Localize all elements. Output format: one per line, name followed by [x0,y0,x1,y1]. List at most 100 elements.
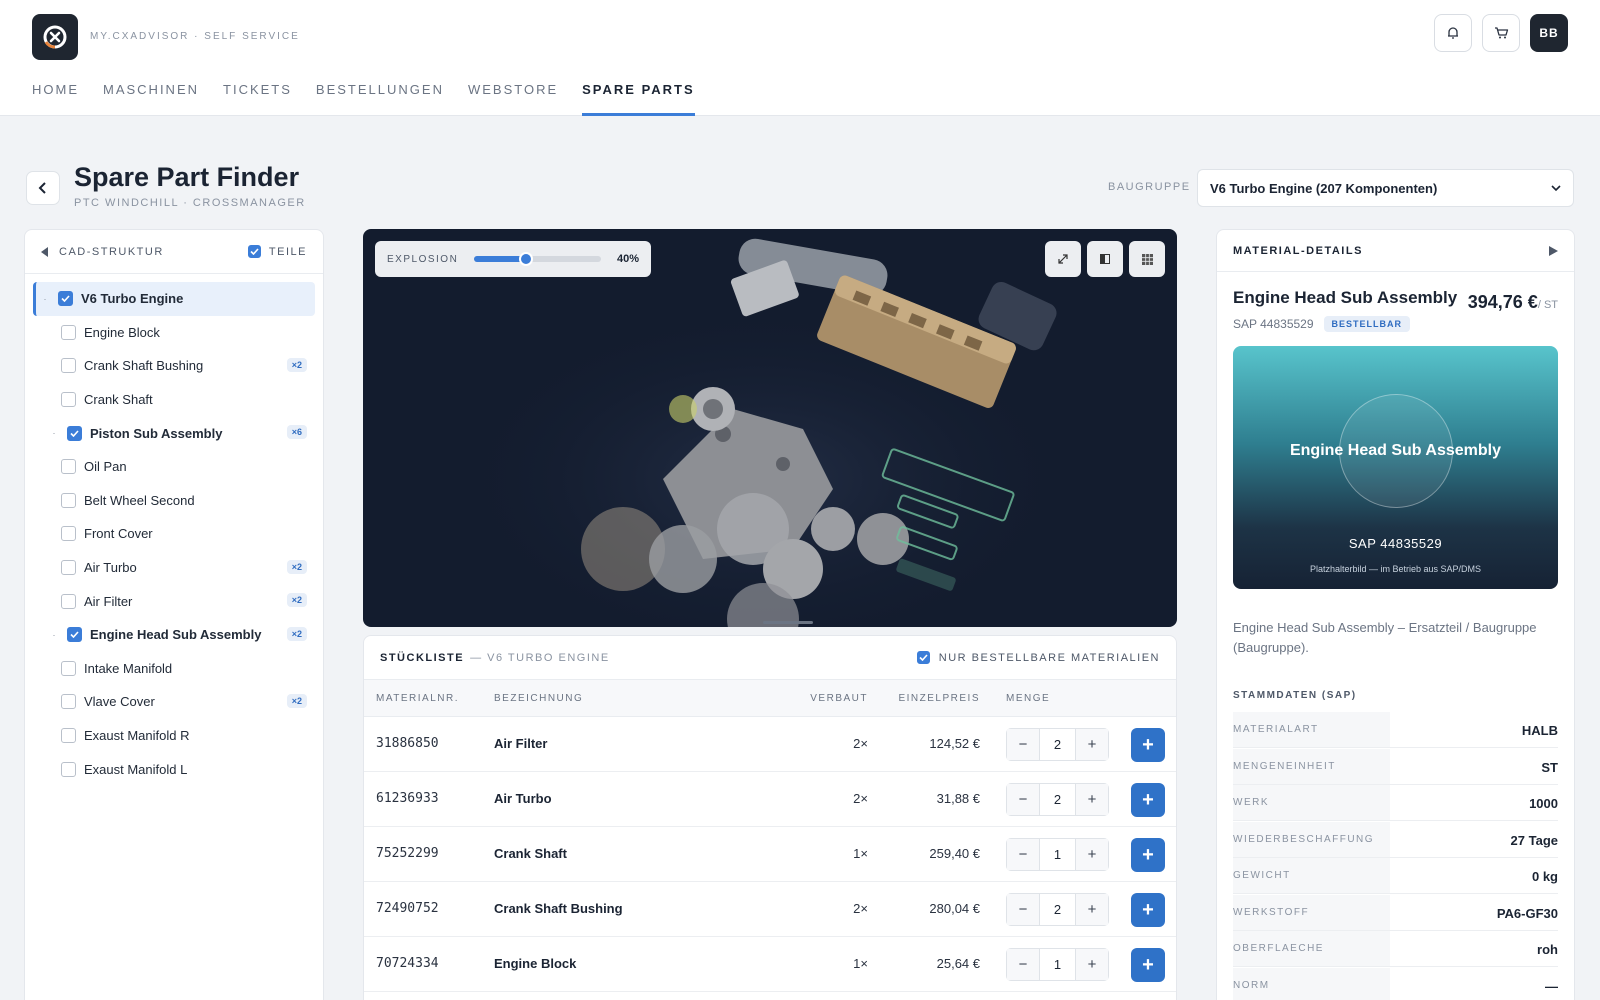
increment-button[interactable]: + [1076,839,1108,870]
tree-expander-icon[interactable]: · [49,630,59,640]
tree-item-checkbox[interactable] [67,627,82,643]
cad-3d-viewer[interactable]: EXPLOSION 40% [363,229,1177,627]
quantity-value[interactable]: 2 [1039,784,1076,815]
chevron-down-icon [1551,184,1561,191]
tree-item[interactable]: · Engine Head Sub Assembly ×2 [33,618,315,652]
table-row[interactable]: 75252299 Crank Shaft 1× 259,40 € −1 + + [364,827,1176,882]
quantity-value[interactable]: 1 [1039,949,1076,980]
tree-expander-icon[interactable]: · [40,294,50,304]
teile-checkbox[interactable] [247,245,261,258]
tree-item[interactable]: Vlave Cover ×2 [33,685,315,719]
tree-item[interactable]: · V6 Turbo Engine [33,282,315,316]
add-to-cart-button[interactable]: + [1131,728,1165,762]
tree-item-checkbox[interactable] [61,694,76,710]
cart-button[interactable] [1482,14,1520,52]
increment-button[interactable]: + [1076,949,1108,980]
play-icon[interactable] [1549,245,1558,256]
tree-item-checkbox[interactable] [61,392,76,408]
tree-item-checkbox[interactable] [67,425,82,441]
collapse-triangle-icon[interactable] [41,246,49,257]
quantity-value[interactable]: 2 [1039,894,1076,925]
teile-toggle[interactable]: TEILE [247,245,307,258]
part-name: Air Filter [494,736,548,751]
notifications-button[interactable] [1434,14,1472,52]
tree-item-count-badge: ×2 [286,593,307,608]
tree-item[interactable]: Belt Wheel Second [33,484,315,518]
nav-spare-parts[interactable]: SPARE PARTS [582,80,695,116]
tree-item[interactable]: Air Turbo ×2 [33,551,315,585]
tree-item-checkbox[interactable] [61,660,76,676]
add-to-cart-button[interactable]: + [1131,893,1165,927]
status-badge: BESTELLBAR [1323,316,1411,332]
tree-expander-icon[interactable]: · [49,428,59,438]
back-button[interactable] [26,171,60,205]
tree-item[interactable]: Crank Shaft [33,383,315,417]
table-row[interactable]: 31886850 Air Filter 2× 124,52 € −2 + + [364,717,1176,772]
master-data-key: WERKSTOFF [1233,894,1390,930]
tree-item-checkbox[interactable] [61,593,76,609]
table-row[interactable]: 70724334 Engine Block 1× 25,64 € −1 + + [364,937,1176,992]
quantity-stepper: −2 + [1006,893,1109,926]
only-orderable-label: NUR BESTELLBARE MATERIALIEN [938,651,1160,664]
tree-item-checkbox[interactable] [61,324,76,340]
tree-item-label: Air Turbo [84,560,137,576]
tree-item-label: Crank Shaft [84,392,153,408]
decrement-button[interactable]: − [1007,894,1039,925]
tree-item[interactable]: Intake Manifold [33,652,315,686]
parts-list-panel: STÜCKLISTE — V6 TURBO ENGINE NUR BESTELL… [363,635,1177,1000]
tree-item[interactable]: Oil Pan [33,450,315,484]
nav-maschinen[interactable]: MASCHINEN [103,80,199,116]
quantity-value[interactable]: 2 [1039,729,1076,760]
increment-button[interactable]: + [1076,894,1108,925]
tree-item-checkbox[interactable] [58,291,73,307]
cxadvisor-logo[interactable] [32,14,78,60]
tree-item-label: Oil Pan [84,459,127,475]
only-orderable-checkbox[interactable] [916,651,930,664]
unit-price: 25,64 € [936,956,980,971]
tree-item-checkbox[interactable] [61,492,76,508]
tree-item[interactable]: Air Filter ×2 [33,584,315,618]
logo-icon [43,25,67,49]
tree-item-checkbox[interactable] [61,526,76,542]
tree-item-checkbox[interactable] [61,560,76,576]
decrement-button[interactable]: − [1007,949,1039,980]
tree-item-checkbox[interactable] [61,728,76,744]
decrement-button[interactable]: − [1007,729,1039,760]
nav-bestellungen[interactable]: BESTELLUNGEN [316,80,444,116]
tree-item-checkbox[interactable] [61,459,76,475]
table-row[interactable]: 72490752 Crank Shaft Bushing 2× 280,04 € −2 +… [364,882,1176,937]
master-data-key: MATERIALART [1233,712,1390,747]
master-data-value: 0 kg [1531,869,1558,884]
explosion-slider-handle[interactable] [519,252,534,266]
section-view-button[interactable] [1087,241,1123,277]
decrement-button[interactable]: − [1007,839,1039,870]
cad-structure-panel: CAD-STRUKTUR TEILE · V6 Turbo Engine Engin… [24,229,324,1000]
tree-item[interactable]: Engine Block [33,316,315,350]
nav-home[interactable]: HOME [32,80,79,116]
tree-item[interactable]: Exaust Manifold R [33,719,315,753]
tree-item[interactable]: · Piston Sub Assembly ×6 [33,416,315,450]
grid-view-button[interactable] [1129,241,1165,277]
table-row[interactable]: 61236933 Air Turbo 2× 31,88 € −2 + + [364,772,1176,827]
increment-button[interactable]: + [1076,729,1108,760]
tree-item-checkbox[interactable] [61,761,76,777]
increment-button[interactable]: + [1076,784,1108,815]
explosion-slider[interactable] [474,252,601,266]
master-data-value: 27 Tage [1510,832,1558,848]
tree-item[interactable]: Crank Shaft Bushing ×2 [33,349,315,383]
nav-webstore[interactable]: WEBSTORE [468,80,558,116]
decrement-button[interactable]: − [1007,784,1039,815]
fullscreen-button[interactable] [1045,241,1081,277]
add-to-cart-button[interactable]: + [1131,783,1165,817]
tree-item-checkbox[interactable] [61,358,76,374]
add-to-cart-button[interactable]: + [1131,838,1165,872]
tree-item[interactable]: Front Cover [33,517,315,551]
baugruppe-select[interactable]: V6 Turbo Engine (207 Komponenten) [1197,169,1574,207]
only-orderable-toggle[interactable]: NUR BESTELLBARE MATERIALIEN [916,651,1160,664]
tree-item[interactable]: Exaust Manifold L [33,752,315,786]
add-to-cart-button[interactable]: + [1131,948,1165,982]
material-description: Engine Head Sub Assembly – Ersatzteil / … [1233,620,1537,655]
quantity-value[interactable]: 1 [1039,839,1076,870]
nav-tickets[interactable]: TICKETS [223,80,292,116]
user-avatar[interactable]: BB [1530,14,1568,52]
